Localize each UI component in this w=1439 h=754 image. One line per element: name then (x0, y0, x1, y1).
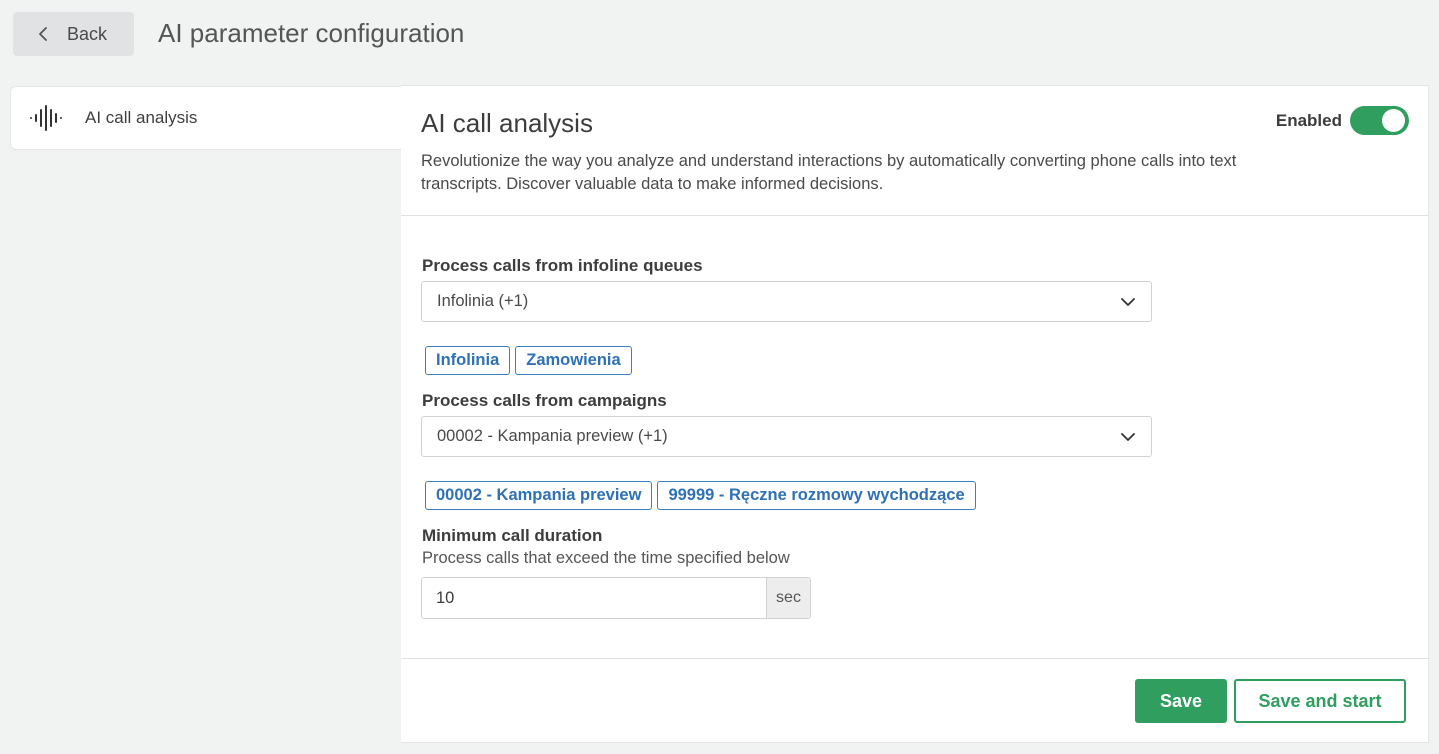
toggle-knob (1382, 109, 1405, 132)
section-title: AI call analysis (421, 108, 593, 138)
queues-select-value: Infolinia (+1) (437, 292, 529, 310)
duration-label: Minimum call duration (422, 526, 603, 545)
queues-chip-list: Infolinia Zamowienia (425, 346, 632, 375)
page-title: AI parameter configuration (158, 18, 465, 48)
campaigns-label: Process calls from campaigns (422, 391, 667, 410)
sidebar-item-label: AI call analysis (85, 108, 198, 127)
duration-field: sec (421, 577, 811, 619)
enabled-toggle[interactable] (1350, 106, 1409, 135)
chip-campaign[interactable]: 99999 - Ręczne rozmowy wychodzące (657, 481, 976, 510)
duration-sublabel: Process calls that exceed the time speci… (422, 549, 790, 567)
chevron-down-icon (1121, 298, 1135, 306)
enabled-toggle-group: Enabled (1276, 106, 1409, 135)
panel-header: AI call analysis Revolutionize the way y… (401, 86, 1429, 216)
campaigns-chip-list: 00002 - Kampania preview 99999 - Ręczne … (425, 481, 976, 510)
sidebar-item-ai-call-analysis[interactable]: AI call analysis (10, 86, 402, 150)
top-bar: Back AI parameter configuration (0, 0, 1439, 70)
chip-campaign[interactable]: 00002 - Kampania preview (425, 481, 653, 510)
chip-queue[interactable]: Zamowienia (515, 346, 632, 375)
config-panel: AI call analysis Revolutionize the way y… (401, 85, 1429, 743)
back-button[interactable]: Back (13, 12, 134, 56)
section-description: Revolutionize the way you analyze and un… (421, 152, 1237, 193)
queues-label: Process calls from infoline queues (422, 256, 703, 275)
save-button[interactable]: Save (1135, 679, 1227, 723)
save-and-start-button[interactable]: Save and start (1234, 679, 1406, 723)
panel-footer: Save Save and start (401, 658, 1429, 744)
duration-input[interactable] (422, 578, 766, 618)
duration-unit: sec (766, 578, 810, 618)
campaigns-select[interactable]: 00002 - Kampania preview (+1) (421, 416, 1152, 457)
chevron-left-icon (39, 27, 47, 41)
queues-select[interactable]: Infolinia (+1) (421, 281, 1152, 322)
back-label: Back (67, 23, 108, 44)
chevron-down-icon (1121, 433, 1135, 441)
audio-waveform-icon (30, 105, 62, 131)
campaigns-select-value: 00002 - Kampania preview (+1) (437, 427, 668, 445)
toggle-label: Enabled (1275, 110, 1342, 130)
chip-queue[interactable]: Infolinia (425, 346, 511, 375)
